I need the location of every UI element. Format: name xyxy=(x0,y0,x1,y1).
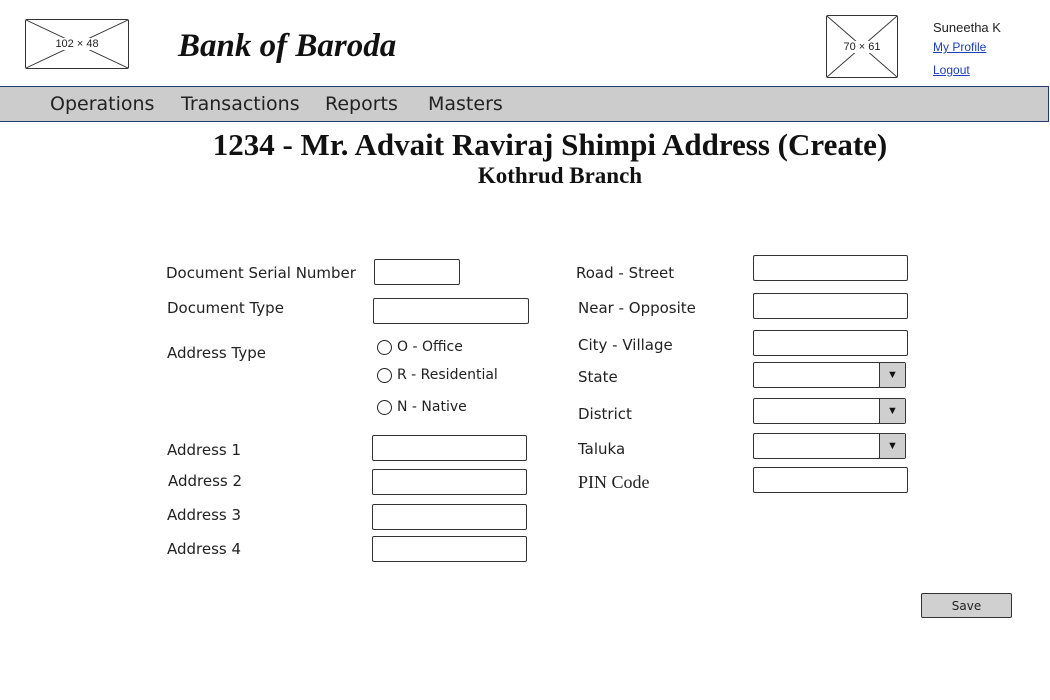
district-label: District xyxy=(578,405,632,423)
radio-residential-circle[interactable] xyxy=(377,367,392,383)
main-nav: Operations Transactions Reports Masters xyxy=(0,86,1049,122)
dropdown-arrow-icon[interactable]: ▼ xyxy=(879,363,905,387)
nav-transactions[interactable]: Transactions xyxy=(181,93,300,115)
address-type-label: Address Type xyxy=(167,344,266,362)
pin-code-label: PIN Code xyxy=(578,472,650,492)
radio-residential-label: R - Residential xyxy=(397,367,498,383)
address3-label: Address 3 xyxy=(167,506,242,524)
bank-logo: 102 × 48 xyxy=(25,19,129,69)
page-title: 1234 - Mr. Advait Raviraj Shimpi Address… xyxy=(212,127,888,162)
user-avatar: 70 × 61 xyxy=(826,15,898,78)
logo-placeholder-label: 102 × 48 xyxy=(54,38,100,50)
document-serial-number-input[interactable] xyxy=(374,259,460,285)
address2-input[interactable] xyxy=(372,469,527,495)
bank-name: Bank of Baroda xyxy=(178,28,397,64)
near-opposite-label: Near - Opposite xyxy=(578,299,696,317)
address1-label: Address 1 xyxy=(167,441,242,459)
pin-code-input[interactable] xyxy=(753,467,908,493)
address4-label: Address 4 xyxy=(167,540,242,558)
branch-subtitle: Kothrud Branch xyxy=(477,163,643,188)
logout-link[interactable]: Logout xyxy=(933,63,970,77)
address3-input[interactable] xyxy=(372,504,527,530)
state-label: State xyxy=(578,368,618,386)
city-village-label: City - Village xyxy=(578,336,673,354)
district-select[interactable]: ▼ xyxy=(753,398,906,424)
radio-residential[interactable]: R - Residential xyxy=(377,367,498,383)
dropdown-arrow-icon[interactable]: ▼ xyxy=(879,434,905,458)
document-serial-number-label: Document Serial Number xyxy=(166,264,356,282)
document-type-label: Document Type xyxy=(167,299,284,317)
radio-office-circle[interactable] xyxy=(377,339,392,355)
radio-native-circle[interactable] xyxy=(377,399,392,415)
my-profile-link[interactable]: My Profile xyxy=(933,40,986,54)
taluka-label: Taluka xyxy=(578,440,626,458)
road-street-label: Road - Street xyxy=(576,264,675,282)
address2-label: Address 2 xyxy=(168,472,243,490)
near-opposite-input[interactable] xyxy=(753,293,908,319)
avatar-placeholder-label: 70 × 61 xyxy=(842,40,882,53)
dropdown-arrow-icon[interactable]: ▼ xyxy=(879,399,905,423)
road-street-input[interactable] xyxy=(753,255,908,281)
address1-input[interactable] xyxy=(372,435,527,461)
state-select[interactable]: ▼ xyxy=(753,362,906,388)
address4-input[interactable] xyxy=(372,536,527,562)
save-button[interactable]: Save xyxy=(921,593,1012,618)
taluka-select[interactable]: ▼ xyxy=(753,433,906,459)
radio-office[interactable]: O - Office xyxy=(377,339,463,355)
nav-operations[interactable]: Operations xyxy=(50,93,154,115)
radio-native-label: N - Native xyxy=(397,399,467,415)
radio-office-label: O - Office xyxy=(397,339,463,355)
user-name: Suneetha K xyxy=(933,20,1001,35)
nav-masters[interactable]: Masters xyxy=(428,93,503,115)
nav-reports[interactable]: Reports xyxy=(325,93,398,115)
city-village-input[interactable] xyxy=(753,330,908,356)
radio-native[interactable]: N - Native xyxy=(377,399,467,415)
document-type-input[interactable] xyxy=(373,298,529,324)
